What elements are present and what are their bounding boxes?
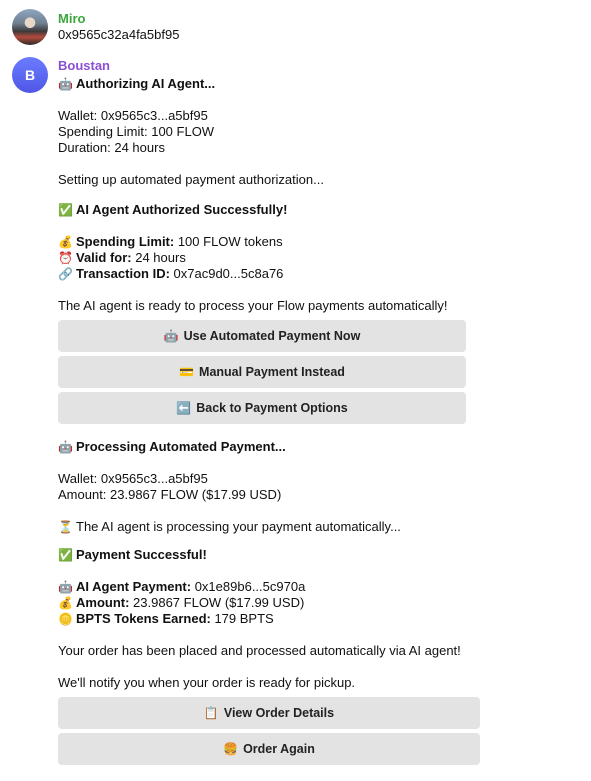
coin-icon: 🪙 — [58, 612, 73, 626]
authorizing-wallet: Wallet: 0x9565c3...a5bf95 — [58, 108, 208, 123]
processing-wallet: Wallet: 0x9565c3...a5bf95 — [58, 471, 208, 486]
burger-icon: 🍔 — [223, 742, 239, 756]
money-bag-icon: 💰 — [58, 235, 73, 249]
authorizing-heading: 🤖 Authorizing AI Agent... — [58, 76, 216, 91]
miro-sender-name[interactable]: Miro — [58, 11, 85, 26]
success-heading: ✅ Payment Successful! — [58, 547, 207, 562]
authorized-ready-text: The AI agent is ready to process your Fl… — [58, 298, 448, 313]
manual-payment-button[interactable]: 💳 Manual Payment Instead — [58, 356, 466, 388]
boustan-avatar[interactable]: B — [12, 57, 48, 93]
authorized-spending-limit: 💰 Spending Limit: 100 FLOW tokens — [58, 234, 283, 249]
authorizing-spending-limit: Spending Limit: 100 FLOW — [58, 124, 215, 139]
back-arrow-icon: ⬅️ — [176, 401, 192, 415]
success-amount: 💰 Amount: 23.9867 FLOW ($17.99 USD) — [58, 595, 305, 610]
robot-icon: 🤖 — [163, 329, 179, 343]
authorizing-setup-text: Setting up automated payment authorizati… — [58, 172, 324, 187]
credit-card-icon: 💳 — [179, 365, 195, 379]
check-mark-icon: ✅ — [58, 548, 73, 562]
robot-icon: 🤖 — [58, 580, 73, 594]
boustan-sender-name[interactable]: Boustan — [58, 58, 110, 73]
order-again-button[interactable]: 🍔 Order Again — [58, 733, 480, 765]
alarm-clock-icon: ⏰ — [58, 251, 73, 265]
success-bpts-earned: 🪙 BPTS Tokens Earned: 179 BPTS — [58, 611, 274, 626]
money-bag-icon: 💰 — [58, 596, 73, 610]
miro-message-text: 0x9565c32a4fa5bf95 — [58, 27, 180, 42]
link-icon: 🔗 — [58, 267, 73, 281]
check-mark-icon: ✅ — [58, 203, 73, 217]
hourglass-icon: ⏳ — [58, 520, 73, 534]
authorized-valid-for: ⏰ Valid for: 24 hours — [58, 250, 186, 265]
clipboard-icon: 📋 — [203, 706, 219, 720]
use-automated-payment-button[interactable]: 🤖 Use Automated Payment Now — [58, 320, 466, 352]
view-order-details-button[interactable]: 📋 View Order Details — [58, 697, 480, 729]
success-notify-text: We'll notify you when your order is read… — [58, 675, 356, 690]
authorized-heading: ✅ AI Agent Authorized Successfully! — [58, 202, 288, 217]
processing-wait-text: ⏳ The AI agent is processing your payment… — [58, 519, 401, 534]
robot-icon: 🤖 — [58, 440, 73, 454]
success-placed-text: Your order has been placed and processed… — [58, 643, 461, 658]
authorizing-duration: Duration: 24 hours — [58, 140, 165, 155]
processing-amount: Amount: 23.9867 FLOW ($17.99 USD) — [58, 487, 282, 502]
success-agent-payment: 🤖 AI Agent Payment: 0x1e89b6...5c970a — [58, 579, 306, 594]
back-to-payment-options-button[interactable]: ⬅️ Back to Payment Options — [58, 392, 466, 424]
processing-heading: 🤖 Processing Automated Payment... — [58, 439, 286, 454]
authorized-transaction-id: 🔗 Transaction ID: 0x7ac9d0...5c8a76 — [58, 266, 284, 281]
robot-icon: 🤖 — [58, 77, 73, 91]
miro-avatar[interactable] — [12, 9, 48, 45]
